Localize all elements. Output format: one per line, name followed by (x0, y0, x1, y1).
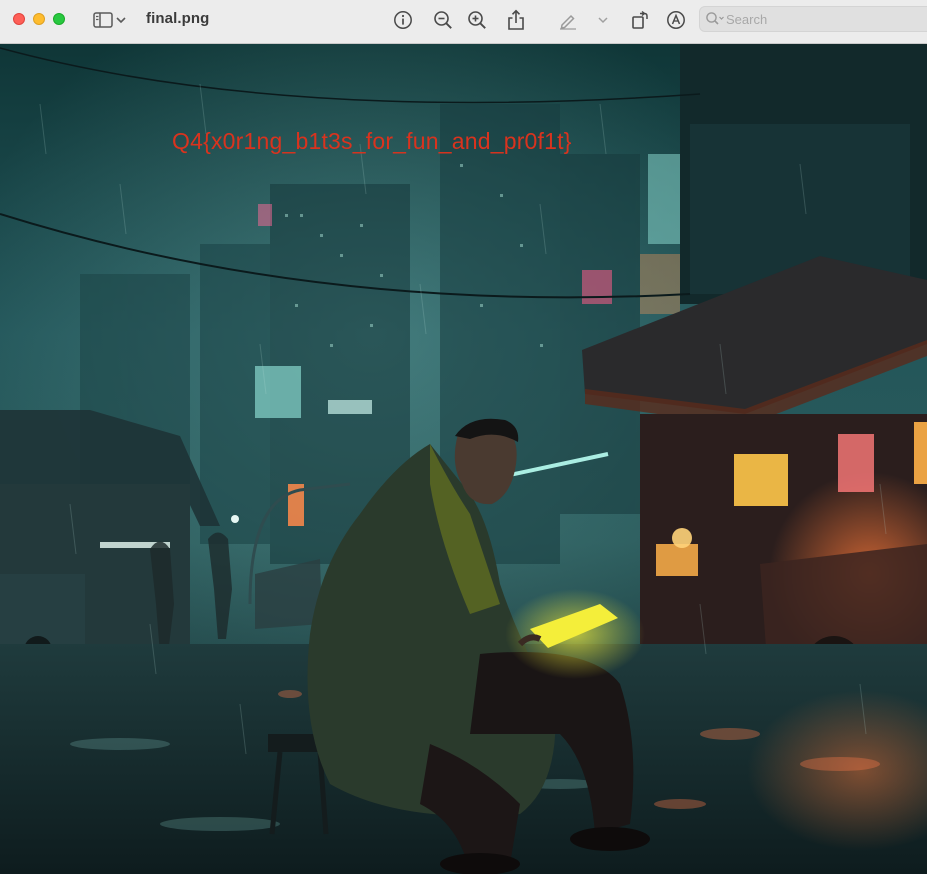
sidebar-icon (93, 12, 113, 28)
chevron-down-icon (116, 16, 126, 24)
sidebar-menu-button[interactable] (114, 8, 128, 32)
zoom-out-icon (433, 10, 453, 30)
image-canvas: Q4{x0r1ng_b1t3s_for_fun_and_pr0f1t} (0, 44, 927, 874)
markup-button[interactable] (556, 8, 580, 32)
cyberpunk-rain-scene (0, 44, 927, 874)
overlay-flag-text: Q4{x0r1ng_b1t3s_for_fun_and_pr0f1t} (172, 128, 572, 154)
zoom-in-button[interactable] (465, 8, 489, 32)
preview-window: final.png Search Q4{x0r1ng_b1t3s_for_fun… (0, 0, 927, 874)
markup-menu-button[interactable] (596, 8, 610, 32)
search-input[interactable] (726, 10, 916, 28)
zoom-button[interactable] (53, 13, 65, 25)
chevron-down-icon (598, 16, 608, 24)
zoom-in-icon (467, 10, 487, 30)
info-button[interactable] (391, 8, 415, 32)
markup-pen-icon (666, 10, 686, 30)
window-title: final.png (146, 10, 210, 27)
annotate-button[interactable] (664, 8, 688, 32)
rotate-icon (630, 10, 650, 30)
toolbar: final.png (0, 0, 927, 44)
share-icon (507, 9, 525, 31)
zoom-out-button[interactable] (431, 8, 455, 32)
info-icon (393, 10, 413, 30)
sidebar-toggle-button[interactable] (91, 8, 115, 32)
share-button[interactable] (504, 8, 528, 32)
search-field[interactable] (699, 6, 927, 32)
minimize-button[interactable] (33, 13, 45, 25)
search-icon (705, 11, 725, 32)
pencil-icon (558, 10, 578, 30)
rotate-button[interactable] (628, 8, 652, 32)
close-button[interactable] (13, 13, 25, 25)
